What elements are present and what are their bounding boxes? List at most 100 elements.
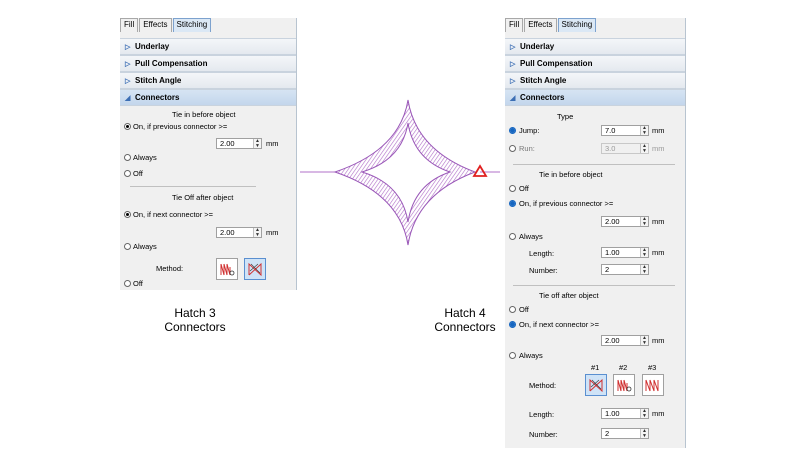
tie-off-off-label: Off	[133, 279, 143, 288]
spin-arrows-icon[interactable]: ▲ ▼	[640, 265, 648, 274]
spin-arrows-icon[interactable]: ▲ ▼	[640, 248, 648, 257]
hatch3-caption: Hatch 3 Connectors	[140, 306, 250, 334]
tab-fill[interactable]: Fill	[120, 18, 139, 32]
tie-off-length-value: 2.00	[220, 228, 235, 237]
jump-unit: mm	[652, 126, 665, 135]
tie-off-length-value: 2.00	[605, 336, 620, 345]
tie-in-unit: mm	[266, 139, 279, 148]
spin-arrows-icon[interactable]: ▲ ▼	[640, 409, 648, 418]
spin-arrows-icon[interactable]: ▲ ▼	[640, 336, 648, 345]
tie-in-title: Tie in before object	[172, 110, 236, 119]
section-stitch-angle[interactable]: ▷ Stitch Angle	[120, 72, 296, 89]
chevron-right-icon: ▷	[125, 44, 131, 51]
tie-off-always-length-input[interactable]: 1.00 ▲ ▼	[601, 408, 649, 419]
section-pull-compensation[interactable]: ▷ Pull Compensation	[505, 55, 685, 72]
embroidery-star-shape	[300, 99, 500, 246]
tie-method-1-button[interactable]	[216, 258, 238, 280]
tie-off-number-input[interactable]: 2 ▲ ▼	[601, 428, 649, 439]
section-underlay[interactable]: ▷ Underlay	[505, 38, 685, 55]
divider	[513, 164, 675, 165]
section-stitch-angle[interactable]: ▷ Stitch Angle	[505, 72, 685, 89]
tie-in-number-label: Number:	[529, 266, 558, 275]
tie-method-3-button[interactable]	[642, 374, 664, 396]
tab-stitching[interactable]: Stitching	[557, 18, 597, 32]
tab-fill[interactable]: Fill	[505, 18, 524, 32]
tie-in-always-radio[interactable]	[509, 233, 516, 240]
tie-method-icon	[617, 379, 632, 392]
left-properties-panel: Fill Effects Stitching ▷ Underlay ▷ Pull C…	[120, 18, 297, 290]
tie-off-on-radio[interactable]	[124, 211, 131, 218]
tie-off-always-radio[interactable]	[124, 243, 131, 250]
tie-in-length-value: 2.00	[220, 139, 235, 148]
spin-arrows-icon[interactable]: ▲ ▼	[640, 217, 648, 226]
tie-in-always-length-input[interactable]: 1.00 ▲ ▼	[601, 247, 649, 258]
tie-off-off-radio[interactable]	[124, 280, 131, 287]
section-connectors[interactable]: ◢ Connectors	[505, 89, 685, 106]
tie-in-always-radio[interactable]	[124, 154, 131, 161]
tie-off-number-label: Number:	[529, 430, 558, 439]
tie-in-length-value: 2.00	[605, 217, 620, 226]
tie-method-1-button[interactable]	[585, 374, 607, 396]
tie-in-on-radio[interactable]	[509, 200, 516, 207]
tie-in-number-value: 2	[605, 265, 610, 274]
section-connectors-label: Connectors	[520, 93, 565, 102]
tie-method-2-button[interactable]	[613, 374, 635, 396]
section-connectors[interactable]: ◢ Connectors	[120, 89, 296, 106]
section-underlay[interactable]: ▷ Underlay	[120, 38, 296, 55]
start-marker-icon	[472, 164, 488, 177]
spin-arrows-icon[interactable]: ▲ ▼	[640, 126, 648, 135]
run-unit: mm	[652, 144, 665, 153]
tie-off-title: Tie off after object	[539, 291, 599, 300]
jump-radio[interactable]	[509, 127, 516, 134]
hatch4-caption-line1: Hatch 4	[444, 306, 486, 320]
tie-off-length-input[interactable]: 2.00 ▲ ▼	[216, 227, 262, 238]
tie-off-length-label: Length:	[529, 410, 555, 419]
section-pull-compensation[interactable]: ▷ Pull Compensation	[120, 55, 296, 72]
method-3-id: #3	[648, 363, 657, 372]
tie-in-off-radio[interactable]	[124, 170, 131, 177]
tie-off-title: Tie Off after object	[172, 193, 234, 202]
hatch4-caption-line2: Connectors	[434, 320, 496, 334]
tie-off-always-radio[interactable]	[509, 352, 516, 359]
divider	[130, 186, 256, 187]
tie-in-always-label: Always	[519, 232, 543, 241]
section-underlay-label: Underlay	[520, 42, 555, 51]
tie-off-length-input[interactable]: 2.00 ▲ ▼	[601, 335, 649, 346]
tie-in-off-label: Off	[133, 169, 143, 178]
spin-arrows-icon[interactable]: ▲ ▼	[640, 144, 648, 153]
tab-stitching[interactable]: Stitching	[172, 18, 212, 32]
chevron-right-icon: ▷	[510, 61, 516, 68]
tie-in-number-input[interactable]: 2 ▲ ▼	[601, 264, 649, 275]
tie-off-on-label: On, if next connector >=	[519, 320, 600, 329]
tie-in-title: Tie in before object	[539, 170, 603, 179]
method-label: Method:	[529, 381, 557, 390]
tie-off-always-length-value: 1.00	[605, 409, 620, 418]
hatch3-caption-line1: Hatch 3	[174, 306, 216, 320]
spin-arrows-icon[interactable]: ▲ ▼	[253, 228, 261, 237]
tie-in-length-input[interactable]: 2.00 ▲ ▼	[601, 216, 649, 227]
tie-in-length-input[interactable]: 2.00 ▲ ▼	[216, 138, 262, 149]
tie-off-on-label: On, if next connector >=	[133, 210, 214, 219]
tie-in-on-radio[interactable]	[124, 123, 131, 130]
divider	[513, 285, 675, 286]
run-radio[interactable]	[509, 145, 516, 152]
jump-input[interactable]: 7.0 ▲ ▼	[601, 125, 649, 136]
chevron-right-icon: ▷	[125, 78, 131, 85]
tie-off-off-radio[interactable]	[509, 306, 516, 313]
spin-arrows-icon[interactable]: ▲ ▼	[253, 139, 261, 148]
tie-off-always-unit: mm	[652, 409, 665, 418]
tie-method-icon	[589, 378, 603, 393]
tie-method-2-button[interactable]	[244, 258, 266, 280]
tie-in-length-label: Length:	[529, 249, 555, 258]
run-input[interactable]: 3.0 ▲ ▼	[601, 143, 649, 154]
tie-in-off-radio[interactable]	[509, 185, 516, 192]
tie-off-on-radio[interactable]	[509, 321, 516, 328]
tab-effects[interactable]: Effects	[524, 18, 557, 32]
tab-effects[interactable]: Effects	[139, 18, 172, 32]
hatch3-caption-line2: Connectors	[164, 320, 226, 334]
section-underlay-label: Underlay	[135, 42, 170, 51]
method-2-id: #2	[619, 363, 628, 372]
tie-method-icon	[220, 263, 235, 276]
tie-off-number-value: 2	[605, 429, 610, 438]
spin-arrows-icon[interactable]: ▲ ▼	[640, 429, 648, 438]
